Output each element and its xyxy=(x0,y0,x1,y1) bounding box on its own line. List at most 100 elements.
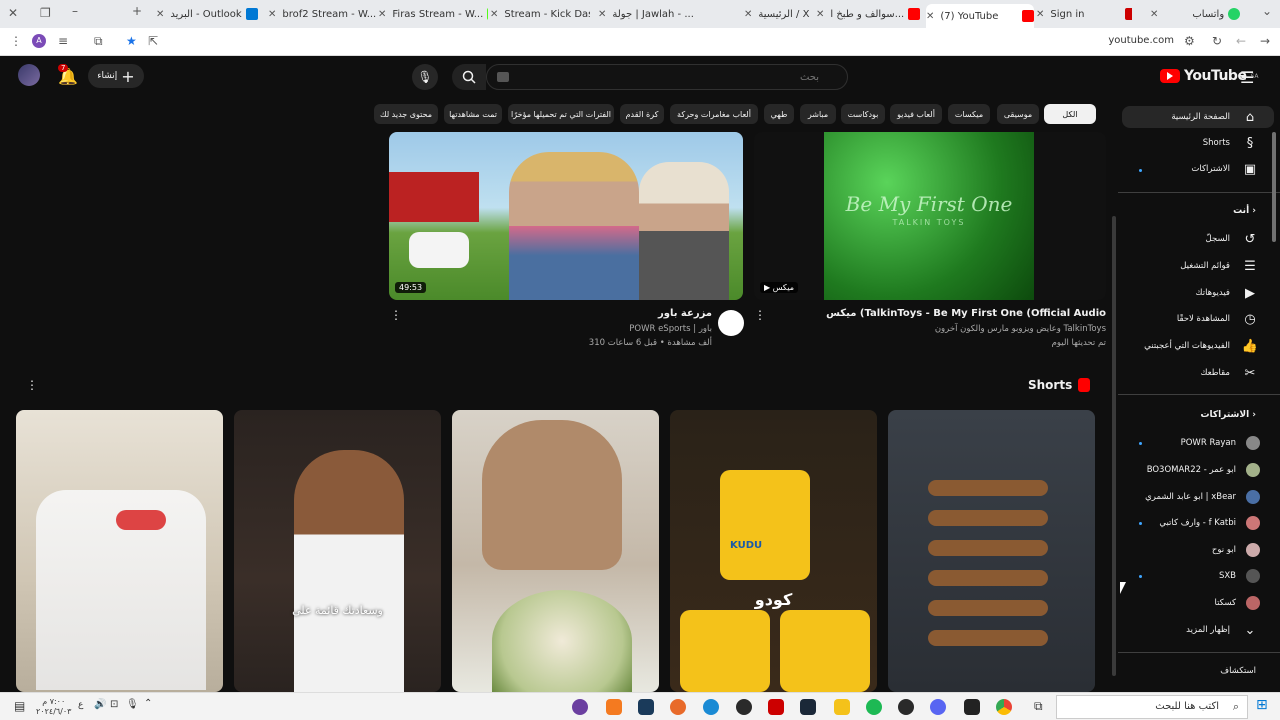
close-tab-icon[interactable]: ✕ xyxy=(156,9,164,20)
sidebar-item-history[interactable]: السجلّ ↺ xyxy=(1110,228,1260,250)
chip-all[interactable]: الكل xyxy=(1044,104,1096,124)
sidebar-item-liked-videos[interactable]: الفيديوهات التي أعجبتني 👍 xyxy=(1110,335,1260,357)
task-view-icon[interactable]: ⧉ xyxy=(1034,699,1043,714)
sidebar-item-clips[interactable]: مقاطعك ✂ xyxy=(1110,362,1260,384)
epic-games-icon[interactable] xyxy=(964,699,980,715)
chip-video-games[interactable]: ألعاب فيديو xyxy=(890,104,942,124)
volume-icon[interactable]: 🔊 xyxy=(94,699,106,710)
microphone-icon[interactable]: 🎙 xyxy=(126,699,139,710)
sidebar-sub-channel[interactable]: ابو نوح xyxy=(1110,539,1260,561)
close-window-icon[interactable]: ✕ xyxy=(8,6,18,20)
windows-start-icon[interactable]: ⊞ xyxy=(1256,697,1268,713)
close-tab-icon[interactable]: ✕ xyxy=(1036,9,1044,20)
sidebar-item-home[interactable]: الصفحة الرئيسية ⌂ xyxy=(1122,106,1274,128)
voice-search-icon[interactable]: 🎙 xyxy=(412,64,438,90)
video-title[interactable]: ميكس (TalkinToys - Be My First One (Offi… xyxy=(760,308,1106,319)
menu-dots-icon[interactable]: ⋮ xyxy=(10,34,22,48)
tab-search-icon[interactable]: ⌄ xyxy=(1262,4,1272,18)
sidebar-section-you[interactable]: أنت › xyxy=(1233,206,1256,216)
create-button[interactable]: إنشاء + xyxy=(88,64,144,88)
app-icon[interactable] xyxy=(606,699,622,715)
video-more-options-icon[interactable]: ⋮ xyxy=(390,308,402,322)
video-channel[interactable]: POWR eSports | باور xyxy=(410,324,712,334)
short-thumbnail[interactable] xyxy=(888,410,1095,692)
hamburger-menu-icon[interactable]: ☰ xyxy=(1240,68,1254,87)
close-tab-icon[interactable]: ✕ xyxy=(926,11,934,22)
sidebar-item-playlists[interactable]: قوائم التشغيل ☰ xyxy=(1110,255,1260,277)
app-icon[interactable] xyxy=(670,699,686,715)
forward-icon[interactable]: ← xyxy=(1236,34,1246,48)
browser-tab[interactable]: ✕ واتساب xyxy=(1150,4,1250,24)
browser-tab[interactable]: ✕ Stream - Kick Das... xyxy=(490,4,590,24)
chip-action-adventure[interactable]: ألعاب مغامرات وحركة xyxy=(670,104,758,124)
sidebar-sub-channel[interactable]: POWR Rayan xyxy=(1110,432,1260,454)
sidebar-item-watch-later[interactable]: المشاهدة لاحقًا ◷ xyxy=(1110,308,1260,330)
app-icon[interactable] xyxy=(572,699,588,715)
search-input[interactable] xyxy=(487,65,847,90)
bookmark-star-icon[interactable]: ★ xyxy=(126,34,137,48)
search-button[interactable] xyxy=(452,64,486,90)
share-icon[interactable]: ⇱ xyxy=(148,34,158,48)
browser-tab[interactable]: ✕ الرئيسية / X xyxy=(744,4,812,24)
chip-podcasts[interactable]: بودكاست xyxy=(841,104,885,124)
short-thumbnail[interactable] xyxy=(16,410,223,692)
account-avatar[interactable] xyxy=(18,64,40,86)
app-icon[interactable] xyxy=(736,699,752,715)
new-tab-icon[interactable]: + xyxy=(132,4,142,18)
sidebar-item-shorts[interactable]: Shorts § xyxy=(1110,132,1260,154)
shorts-more-options-icon[interactable]: ⋮ xyxy=(26,378,38,392)
sidebar-sub-channel[interactable]: SXB xyxy=(1110,565,1260,587)
video-more-options-icon[interactable]: ⋮ xyxy=(754,308,766,322)
tray-overflow-icon[interactable]: ⌃ xyxy=(144,698,152,709)
extensions-icon[interactable]: ≡ xyxy=(58,34,68,48)
sidebar-scrollbar[interactable] xyxy=(1272,132,1276,242)
chip-cooking[interactable]: طهي xyxy=(764,104,794,124)
chip-recently-uploaded[interactable]: الفترات التي تم تحميلها مؤخرًا xyxy=(508,104,614,124)
restore-window-icon[interactable]: ❐ xyxy=(40,6,51,20)
sidebar-sub-channel[interactable]: كسكتا xyxy=(1110,592,1260,614)
sidebar-show-more[interactable]: إظهار المزيد ⌄ xyxy=(1110,619,1260,641)
file-explorer-icon[interactable] xyxy=(834,699,850,715)
steam-icon[interactable] xyxy=(800,699,816,715)
video-channel[interactable]: وعايض ويزوبو مارس والكون آخرون TalkinToy… xyxy=(760,324,1106,334)
url-text[interactable]: youtube.com xyxy=(1108,35,1174,46)
chip-watched[interactable]: تمت مشاهدتها xyxy=(444,104,502,124)
video-thumbnail[interactable]: Be My First One TALKIN TOYS ▶ ميكس xyxy=(754,132,1106,300)
main-scrollbar[interactable] xyxy=(1112,216,1116,676)
app-icon[interactable] xyxy=(638,699,654,715)
short-thumbnail[interactable]: كودو KUDU xyxy=(670,410,877,692)
close-tab-icon[interactable]: ✕ xyxy=(1150,9,1158,20)
browser-tab-active[interactable]: ✕ (7) YouTube xyxy=(926,4,1034,28)
language-indicator[interactable]: ع xyxy=(78,700,83,710)
video-title[interactable]: مزرعة باور xyxy=(410,308,712,319)
app-icon[interactable] xyxy=(898,699,914,715)
close-tab-icon[interactable]: ✕ xyxy=(744,9,752,20)
edge-icon[interactable] xyxy=(703,699,719,715)
chip-football[interactable]: كرة القدم xyxy=(620,104,664,124)
app-icon[interactable] xyxy=(768,699,784,715)
close-tab-icon[interactable]: ✕ xyxy=(816,9,824,20)
sidebar-item-subscriptions[interactable]: الاشتراكات ▣ xyxy=(1110,158,1260,180)
chrome-icon[interactable] xyxy=(996,699,1012,715)
chip-mixes[interactable]: ميكسات xyxy=(948,104,990,124)
sidebar-sub-channel[interactable]: BO3OMAR22 - ابو عمر xyxy=(1110,459,1260,481)
close-tab-icon[interactable]: ✕ xyxy=(490,9,498,20)
close-tab-icon[interactable]: ✕ xyxy=(268,9,276,20)
keyboard-icon[interactable] xyxy=(497,72,509,82)
chip-live[interactable]: مباشر xyxy=(800,104,836,124)
minimize-window-icon[interactable]: – xyxy=(72,4,78,18)
profile-avatar[interactable]: A xyxy=(32,34,46,48)
back-icon[interactable]: → xyxy=(1260,34,1270,48)
chip-music[interactable]: موسيقى xyxy=(997,104,1039,124)
browser-tab[interactable]: ✕ brof2 Stream - W... xyxy=(268,4,376,24)
spotify-icon[interactable] xyxy=(866,699,882,715)
browser-tab[interactable]: ✕ سوالف و طبخ ا... xyxy=(816,4,920,24)
channel-avatar[interactable] xyxy=(718,310,744,336)
taskbar-clock[interactable]: ٧:٠٠ م ٢٠٢٤/٦/٠٣ xyxy=(36,697,71,717)
browser-tab[interactable]: ✕ البريد - Outlook xyxy=(156,4,266,24)
sidebar-sub-channel[interactable]: ابو عابد الشمري | xBear xyxy=(1110,486,1260,508)
notification-center-icon[interactable]: ▤ xyxy=(14,699,25,713)
puzzle-icon[interactable]: ⧉ xyxy=(94,34,103,49)
sidebar-item-your-videos[interactable]: فيديوهاتك ▶ xyxy=(1110,282,1260,304)
close-tab-icon[interactable]: ✕ xyxy=(598,9,606,20)
